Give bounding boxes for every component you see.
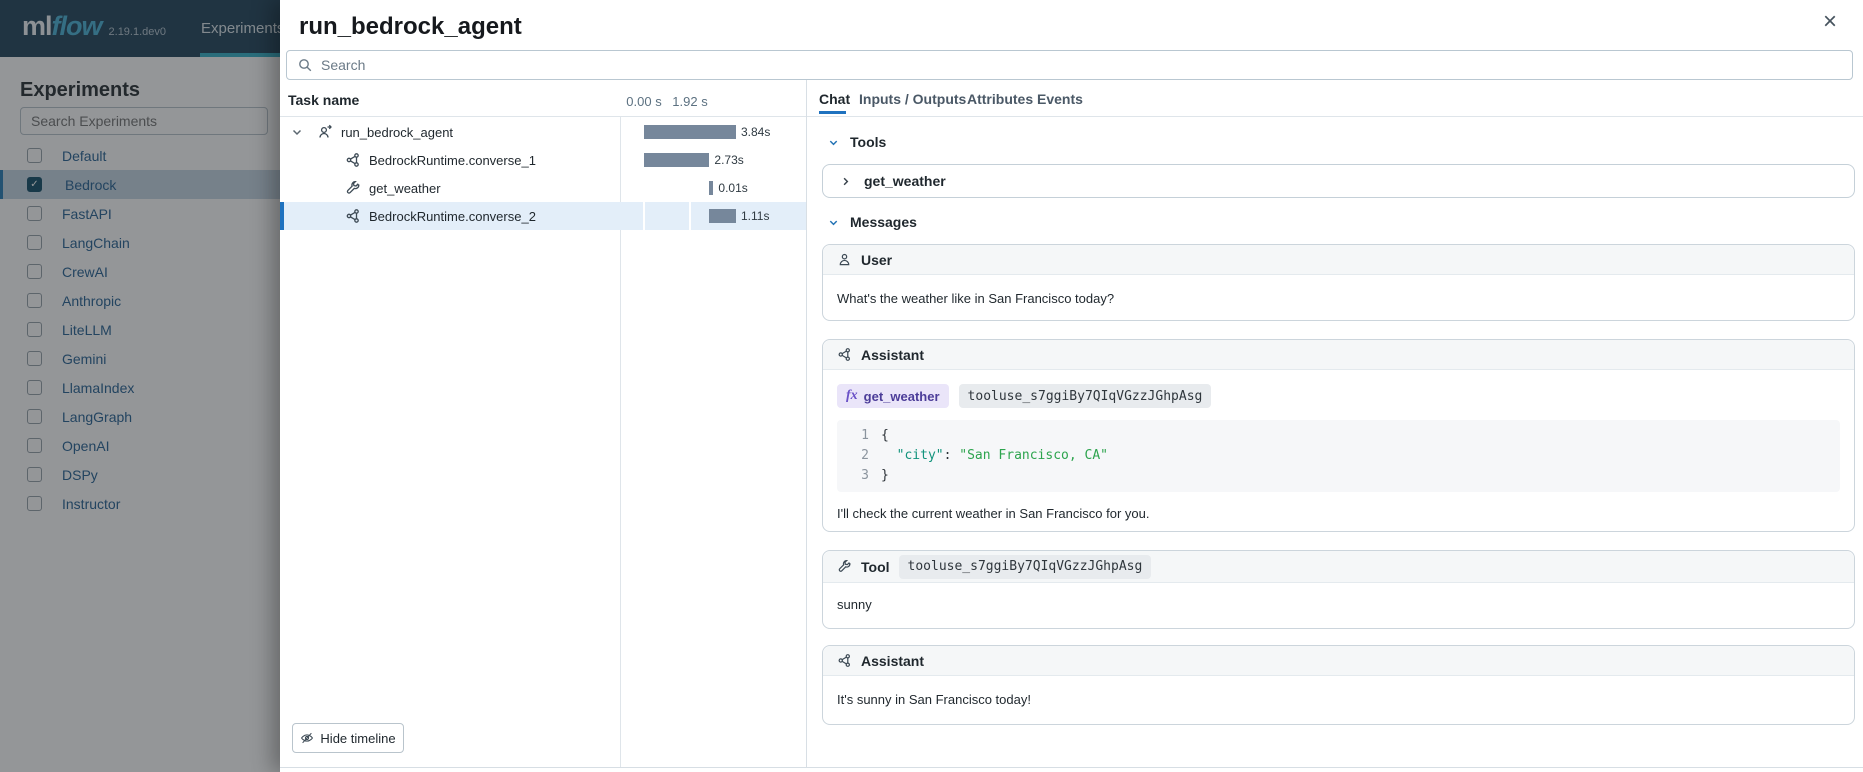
tab-events[interactable]: Events: [1037, 91, 1083, 107]
span-name: run_bedrock_agent: [341, 125, 453, 140]
mlflow-trace-screen: mlflow2.19.1.dev0 Experiments Experiment…: [0, 0, 1863, 772]
chevron-down-icon: [828, 217, 839, 228]
timeline-tick: 1.92 s: [672, 94, 707, 109]
model-icon: [345, 152, 361, 168]
model-icon: [345, 208, 361, 224]
timeline-bar[interactable]: [644, 153, 709, 167]
hide-timeline-button[interactable]: Hide timeline: [292, 723, 404, 753]
message-header: Tool tooluse_s7ggiBy7QIqVGzzJGhpAsg: [823, 551, 1854, 583]
timeline-bar[interactable]: [644, 125, 736, 139]
role-label: Assistant: [861, 653, 924, 669]
user-icon: [837, 252, 852, 267]
code-token: :: [944, 448, 960, 463]
tool-call-chip: fx get_weather: [837, 384, 949, 408]
timeline-row: 2.73s: [620, 146, 806, 174]
span-name: BedrockRuntime.converse_1: [369, 153, 536, 168]
tab-inputs-outputs[interactable]: Inputs / Outputs: [859, 91, 966, 107]
message-header: Assistant: [823, 340, 1854, 370]
timeline-row: 3.84s: [620, 118, 806, 146]
code-line: 1{: [837, 426, 1840, 446]
messages-section-label: Messages: [850, 214, 917, 230]
message-body: fx get_weather tooluse_s7ggiBy7QIqVGzzJG…: [823, 370, 1854, 535]
code-line: 3}: [837, 466, 1840, 486]
message-card-tool: Tool tooluse_s7ggiBy7QIqVGzzJGhpAsg sunn…: [822, 550, 1855, 629]
role-label: Assistant: [861, 347, 924, 363]
tool-definition-get-weather[interactable]: get_weather: [822, 164, 1855, 198]
tools-section-header[interactable]: Tools: [828, 134, 886, 150]
chevron-down-icon[interactable]: [291, 126, 303, 138]
code-token: }: [881, 468, 889, 483]
selected-row-accent: [280, 202, 284, 230]
tool-call-arguments: 1{ 2 "city": "San Francisco, CA" 3}: [837, 420, 1840, 492]
message-header: Assistant: [823, 646, 1854, 676]
hide-timeline-label: Hide timeline: [320, 731, 395, 746]
message-card-assistant: Assistant fx get_weather tooluse_s7ggiBy…: [822, 339, 1855, 532]
message-header: User: [823, 245, 1854, 275]
tool-icon: [345, 180, 361, 196]
timeline-row: 0.01s: [620, 174, 806, 202]
chevron-right-icon: [840, 176, 851, 187]
role-label: Tool: [861, 559, 890, 575]
duration-label: 2.73s: [714, 153, 743, 167]
code-token: "city": [897, 448, 944, 463]
span-search-input[interactable]: [321, 57, 1842, 73]
timeline-row: 1.11s: [620, 202, 806, 230]
span-search-bar[interactable]: [286, 50, 1853, 80]
tools-section-label: Tools: [850, 134, 886, 150]
timeline-bar[interactable]: [709, 181, 713, 195]
model-icon: [837, 347, 852, 362]
tool-icon: [837, 559, 852, 574]
tool-call-name: get_weather: [864, 389, 940, 404]
code-token: {: [881, 428, 889, 443]
header-divider: [280, 116, 1863, 117]
timeline-bar[interactable]: [709, 209, 736, 223]
span-name: BedrockRuntime.converse_2: [369, 209, 536, 224]
line-number: 3: [837, 466, 869, 486]
message-text: I'll check the current weather in San Fr…: [837, 506, 1840, 521]
duration-label: 0.01s: [718, 181, 747, 195]
trace-title: run_bedrock_agent: [299, 13, 522, 41]
message-body: It's sunny in San Francisco today!: [823, 676, 1854, 721]
code-token: "San Francisco, CA": [959, 448, 1108, 463]
tab-attributes[interactable]: Attributes: [967, 91, 1033, 107]
close-icon[interactable]: ×: [1823, 10, 1837, 34]
model-icon: [837, 653, 852, 668]
message-card-assistant: Assistant It's sunny in San Francisco to…: [822, 645, 1855, 725]
messages-section-header[interactable]: Messages: [828, 214, 917, 230]
tool-call-id-chip: tooluse_s7ggiBy7QIqVGzzJGhpAsg: [899, 555, 1152, 579]
eye-off-icon: [300, 731, 314, 745]
timeline-gantt: 3.84s 2.73s 0.01s 1.11s: [620, 118, 806, 230]
tool-call-row: fx get_weather tooluse_s7ggiBy7QIqVGzzJG…: [837, 384, 1840, 408]
function-icon: fx: [846, 388, 858, 404]
line-number: 1: [837, 426, 869, 446]
agent-icon: [317, 124, 333, 140]
code-line: 2 "city": "San Francisco, CA": [837, 446, 1840, 466]
duration-label: 3.84s: [741, 125, 770, 139]
code-token: [881, 448, 897, 463]
message-text: sunny: [837, 597, 1840, 612]
trace-detail-modal: run_bedrock_agent × Task name 0.00 s 1.9…: [280, 0, 1863, 772]
active-tab-underline: [819, 111, 846, 114]
message-text: What's the weather like in San Francisco…: [837, 291, 1840, 306]
tool-name: get_weather: [864, 173, 946, 189]
tool-call-id-chip: tooluse_s7ggiBy7QIqVGzzJGhpAsg: [959, 384, 1212, 408]
duration-label: 1.11s: [741, 209, 769, 223]
message-body: sunny: [823, 583, 1854, 626]
timeline-tick: 0.00 s: [626, 94, 661, 109]
message-body: What's the weather like in San Francisco…: [823, 275, 1854, 320]
task-name-column-header: Task name: [288, 92, 359, 108]
role-label: User: [861, 252, 892, 268]
message-text: It's sunny in San Francisco today!: [837, 692, 1840, 707]
tab-chat[interactable]: Chat: [819, 91, 850, 107]
chat-panel-divider: [806, 80, 807, 768]
message-card-user: User What's the weather like in San Fran…: [822, 244, 1855, 321]
chevron-down-icon: [828, 137, 839, 148]
bottom-divider: [280, 767, 1863, 768]
span-name: get_weather: [369, 181, 441, 196]
search-icon: [297, 57, 313, 73]
line-number: 2: [837, 446, 869, 466]
